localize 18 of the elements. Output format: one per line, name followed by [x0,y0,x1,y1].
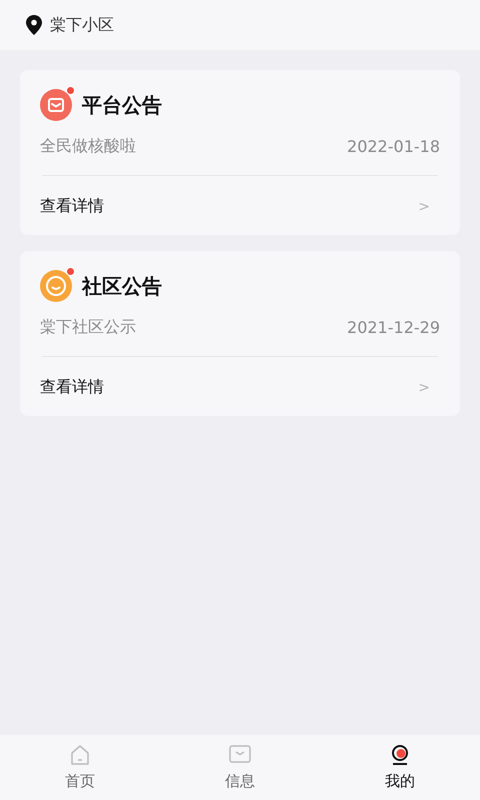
notice-title: 社区公告 [82,272,162,300]
view-details-link[interactable]: 查看详情 [40,377,104,398]
view-details-link[interactable]: 查看详情 [40,196,104,217]
smiley-icon [40,270,72,302]
person-icon[interactable] [390,744,410,766]
envelope-icon [40,89,72,121]
notice-date: 2022-01-18 [347,137,440,156]
tab-label[interactable]: 信息 [225,772,255,791]
notice-date: 2021-12-29 [347,318,440,337]
location-pin-icon [26,15,42,35]
tab-label[interactable]: 首页 [65,772,95,791]
notice-summary: 棠下社区公示 [40,317,136,338]
notice-summary: 全民做核酸啦 [40,136,136,157]
notice-title: 平台公告 [82,92,162,118]
envelope-icon[interactable] [229,744,251,766]
tab-label[interactable]: 我的 [385,772,415,791]
house-icon[interactable] [70,744,90,766]
location-name[interactable]: 棠下小区 [50,14,114,36]
